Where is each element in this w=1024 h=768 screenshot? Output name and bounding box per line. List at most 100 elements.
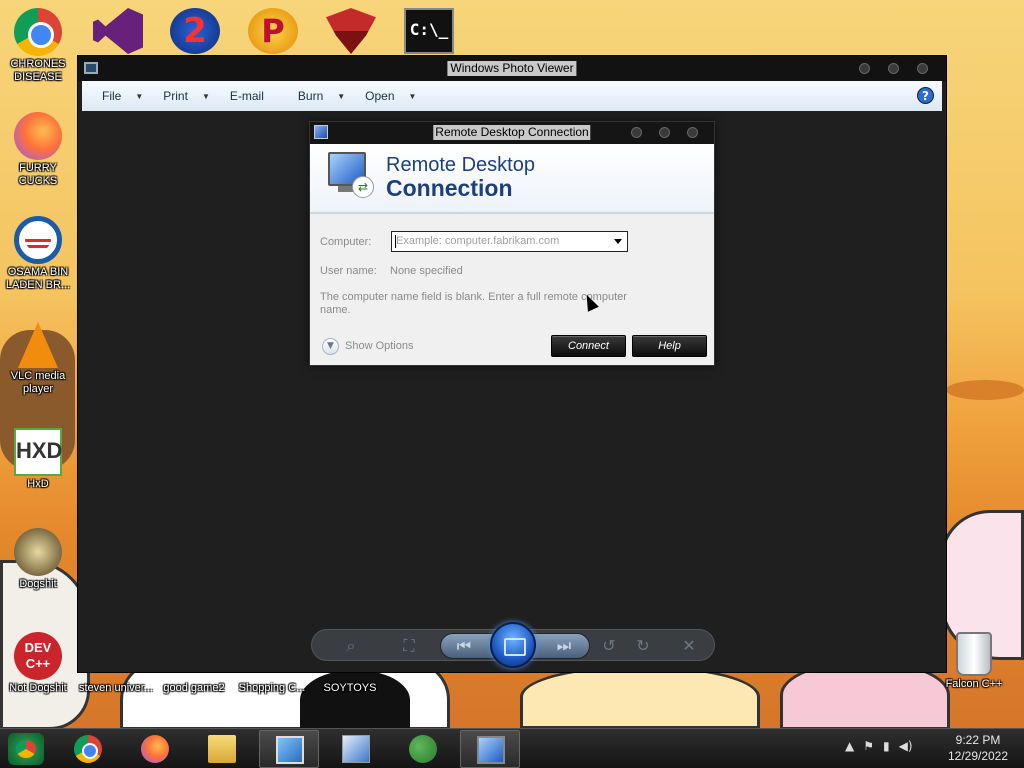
dropdown-caret-icon: ▼ (201, 91, 210, 101)
menu-file[interactable]: File ▼ (102, 89, 143, 103)
next-icon[interactable]: ⏭ (553, 636, 575, 656)
visual-studio-icon[interactable] (93, 8, 143, 54)
computer-placeholder: Example: computer.fabrikam.com (396, 235, 560, 247)
menu-label: File (102, 89, 122, 103)
number-two-icon[interactable]: 2 (170, 8, 220, 54)
username-label: User name: (320, 265, 377, 277)
p-badge-icon[interactable]: P (248, 8, 298, 54)
desktop-icon-label: CHRONES DISEASE (10, 58, 66, 83)
taskbar-photo-viewer[interactable] (259, 730, 319, 768)
desktop-icon-label: steven univer... (79, 682, 153, 694)
menu-bar: File ▼ Print ▼ E-mail Burn ▼ Open ▼ ? (82, 81, 942, 111)
computer-combobox[interactable]: Example: computer.fabrikam.com (391, 231, 628, 252)
show-options-chevron-icon[interactable]: ▼ (322, 338, 339, 355)
close-button[interactable] (917, 63, 928, 74)
menu-email[interactable]: E-mail (230, 89, 264, 103)
desktop-icon-label: Falcon C++ (945, 678, 1003, 690)
desktop-icon-label: VLC media player (10, 370, 66, 395)
username-value: None specified (390, 265, 463, 277)
menu-label: Burn (297, 89, 324, 103)
volume-icon[interactable]: ◀) (899, 739, 913, 753)
desktop-icon-dogshit[interactable]: Dogshit (0, 528, 76, 591)
dropdown-caret-icon: ▼ (408, 91, 417, 101)
recycle-bin-icon (956, 632, 992, 676)
desktop-icon-steven[interactable]: steven univer... (78, 682, 154, 695)
desktop-icon-soytoys[interactable]: SOYTOYS (312, 682, 388, 695)
eagle-emblem-icon[interactable] (326, 8, 376, 54)
taskbar-users[interactable] (393, 730, 453, 768)
banner-heading: Remote Desktop (386, 154, 535, 176)
desktop-icon-good-game[interactable]: good game2 (156, 682, 232, 695)
menu-label: E-mail (229, 89, 264, 103)
flag-icon[interactable]: ⚑ (863, 739, 874, 753)
taskbar-firefox[interactable] (125, 730, 185, 768)
desktop-icon-chrome[interactable]: CHRONES DISEASE (0, 8, 76, 84)
taskbar-chrome[interactable] (58, 730, 118, 768)
taskbar-remote-desktop[interactable] (460, 730, 520, 768)
dropdown-arrow-icon[interactable] (611, 234, 625, 249)
actual-size-icon[interactable]: ⛶ (398, 636, 420, 656)
minimize-button[interactable] (631, 127, 642, 138)
desktop-icon-firefox[interactable]: FURRY CUCKS (0, 112, 76, 188)
rotate-right-icon[interactable]: ↻ (632, 636, 654, 656)
show-options-link[interactable]: Show Options (345, 340, 413, 352)
menu-print[interactable]: Print ▼ (163, 89, 210, 103)
menu-open[interactable]: Open ▼ (365, 89, 416, 103)
folder-icon (208, 735, 236, 763)
remote-desktop-icon (477, 736, 505, 764)
firefox-icon (141, 735, 169, 763)
taskbar: ▲ ⚑ ▮ ◀) 9:22 PM 12/29/2022 (0, 728, 1024, 768)
dialog-title: Remote Desktop Connection (433, 125, 591, 140)
desktop-icon-label: Not Dogshit (9, 682, 67, 694)
desktop-icon-osama[interactable]: OSAMA BIN LADEN BR... (0, 216, 76, 292)
desktop-icon-vlc[interactable]: VLC media player (0, 320, 76, 396)
desktop-icon-hxd[interactable]: HXD HxD (0, 428, 76, 491)
dogshit-icon (14, 528, 62, 576)
desktop-icon-shopping[interactable]: Shopping C... (234, 682, 310, 695)
taskbar-explorer[interactable] (192, 730, 252, 768)
desktop-icon-label: Dogshit (19, 578, 57, 590)
banner-heading-bold: Connection (386, 175, 513, 201)
help-button[interactable]: Help (632, 335, 707, 357)
remote-desktop-app-icon (314, 125, 328, 139)
delete-icon[interactable]: ✕ (678, 636, 700, 656)
show-hidden-icon[interactable]: ▲ (845, 739, 854, 753)
desktop-icon-label: OSAMA BIN LADEN BR... (5, 266, 71, 291)
photo-viewer-icon (276, 736, 304, 764)
dropdown-caret-icon: ▼ (135, 91, 144, 101)
taskbar-network[interactable] (326, 730, 386, 768)
dialog-banner: ⇄ Remote Desktop Connection (310, 144, 714, 214)
desktop-icon-recycle-bin[interactable]: Falcon C++ (936, 632, 1012, 691)
menu-burn[interactable]: Burn ▼ (298, 89, 345, 103)
minimize-button[interactable] (859, 63, 870, 74)
photo-viewer-app-icon (84, 62, 98, 74)
close-button[interactable] (687, 127, 698, 138)
dialog-title-bar[interactable]: Remote Desktop Connection (310, 122, 714, 144)
help-icon[interactable]: ? (917, 87, 934, 104)
chrome-icon (74, 735, 102, 763)
rotate-left-icon[interactable]: ↺ (598, 636, 620, 656)
desktop-icon-label: FURRY CUCKS (18, 162, 58, 187)
users-icon (409, 735, 437, 763)
playback-control-bar: ⌕ ⛶ ⏮ ⏭ ↺ ↻ ✕ (311, 622, 715, 668)
maximize-button[interactable] (659, 127, 670, 138)
wallpaper-shape (946, 380, 1024, 400)
menu-label: Print (163, 89, 188, 103)
system-tray: ▲ ⚑ ▮ ◀) (845, 739, 913, 753)
slideshow-button[interactable] (490, 622, 536, 668)
zoom-icon[interactable]: ⌕ (340, 636, 362, 656)
desktop-icon-not-dogshit[interactable]: DEV C++ Not Dogshit (0, 632, 76, 695)
chrome-icon (14, 8, 62, 56)
window-title: Windows Photo Viewer (447, 61, 577, 76)
system-clock[interactable]: 9:22 PM 12/29/2022 (936, 732, 1020, 764)
network-icon[interactable]: ▮ (883, 739, 890, 753)
desktop-icon-label: good game2 (163, 682, 225, 694)
connect-button[interactable]: Connect (551, 335, 626, 357)
previous-icon[interactable]: ⏮ (453, 636, 475, 656)
desktop-icon-label: Shopping C... (238, 682, 306, 694)
command-prompt-icon[interactable]: C:\_ (404, 8, 454, 54)
menu-label: Open (365, 89, 395, 103)
start-button[interactable] (8, 733, 44, 765)
maximize-button[interactable] (888, 63, 899, 74)
title-bar[interactable]: Windows Photo Viewer (78, 56, 946, 81)
